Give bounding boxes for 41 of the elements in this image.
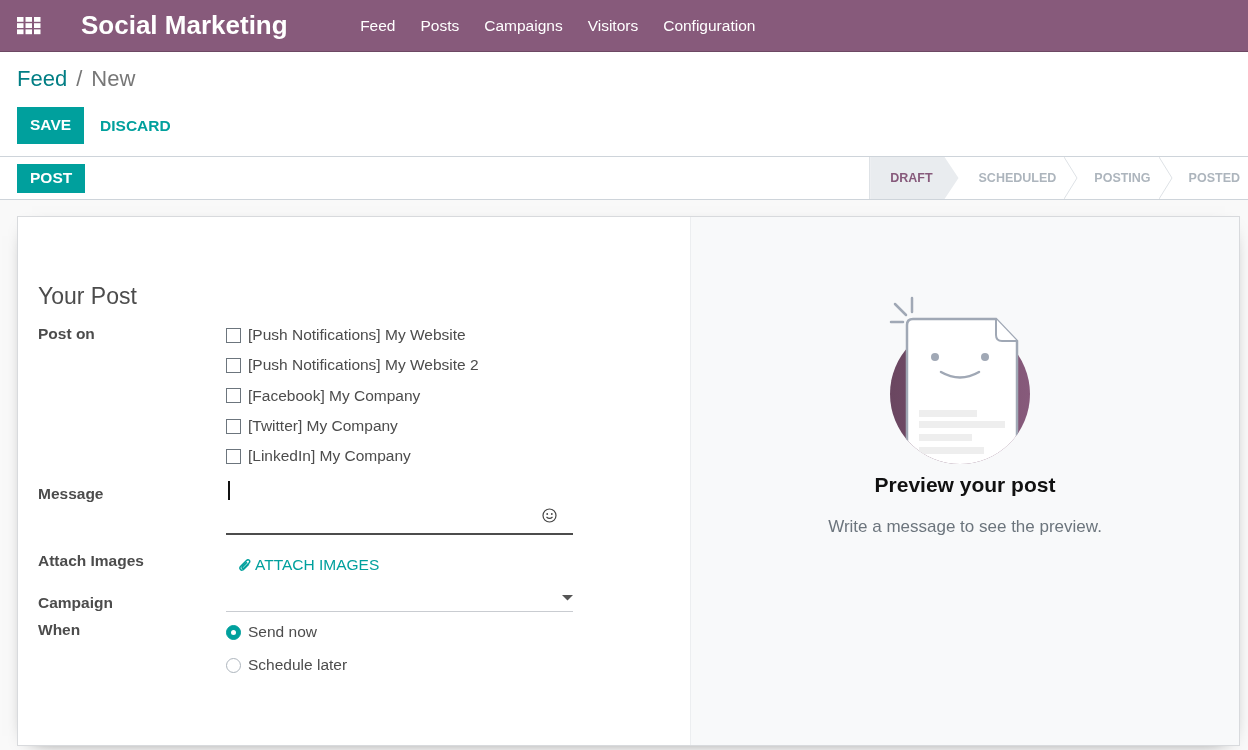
preview-hint: Write a message to see the preview.	[828, 517, 1102, 537]
app-title: Social Marketing	[81, 10, 288, 41]
field-label: Campaign	[38, 594, 113, 613]
menu-link[interactable]: Visitors	[575, 16, 651, 35]
field-label: Attach Images	[38, 552, 144, 571]
checkbox[interactable]	[226, 418, 241, 434]
radio-label: Schedule later	[248, 656, 348, 675]
save-button[interactable]: SAVE	[17, 107, 85, 144]
discard-button[interactable]: DISCARD	[84, 107, 187, 144]
menu-link[interactable]: Posts	[407, 16, 472, 35]
radio-button[interactable]	[226, 625, 241, 640]
menu-link[interactable]: Configuration	[650, 16, 768, 35]
field-label: Message	[38, 485, 104, 504]
checkbox-label: [Twitter] My Company	[248, 417, 398, 436]
status-stage[interactable]: DRAFT	[870, 157, 959, 199]
checkbox[interactable]	[226, 357, 241, 373]
menu-link[interactable]: Feed	[347, 16, 408, 35]
radio-label: Send now	[248, 623, 317, 642]
preview-title: Preview your post	[874, 473, 1056, 497]
dropdown-caret-icon[interactable]	[562, 595, 573, 602]
menu-link[interactable]: Campaigns	[471, 16, 576, 35]
paperclip-icon	[238, 558, 252, 573]
checkbox[interactable]	[226, 448, 241, 464]
chevron-divider	[1064, 157, 1079, 199]
checkbox-label: [Push Notifications] My Website 2	[248, 356, 479, 375]
checkbox[interactable]	[226, 327, 241, 343]
chevron-divider	[1158, 157, 1173, 199]
post-button[interactable]: POST	[17, 163, 86, 193]
checkbox[interactable]	[226, 388, 241, 404]
checkbox-label: [Push Notifications] My Website	[248, 326, 466, 345]
apps-menu-icon[interactable]	[17, 16, 41, 35]
breadcrumb-separator: /	[76, 66, 83, 92]
form-title: Your Post	[38, 283, 137, 310]
attach-images-button[interactable]: ATTACH IMAGES	[226, 553, 392, 578]
field-label: Post on	[38, 325, 95, 343]
breadcrumb-link[interactable]: Feed	[17, 66, 68, 92]
checkbox-label: [Facebook] My Company	[248, 386, 421, 405]
field-label: When	[38, 621, 81, 640]
breadcrumb-current: New	[91, 66, 136, 92]
checkbox-label: [LinkedIn] My Company	[248, 447, 411, 466]
smiley-icon[interactable]	[542, 508, 557, 524]
